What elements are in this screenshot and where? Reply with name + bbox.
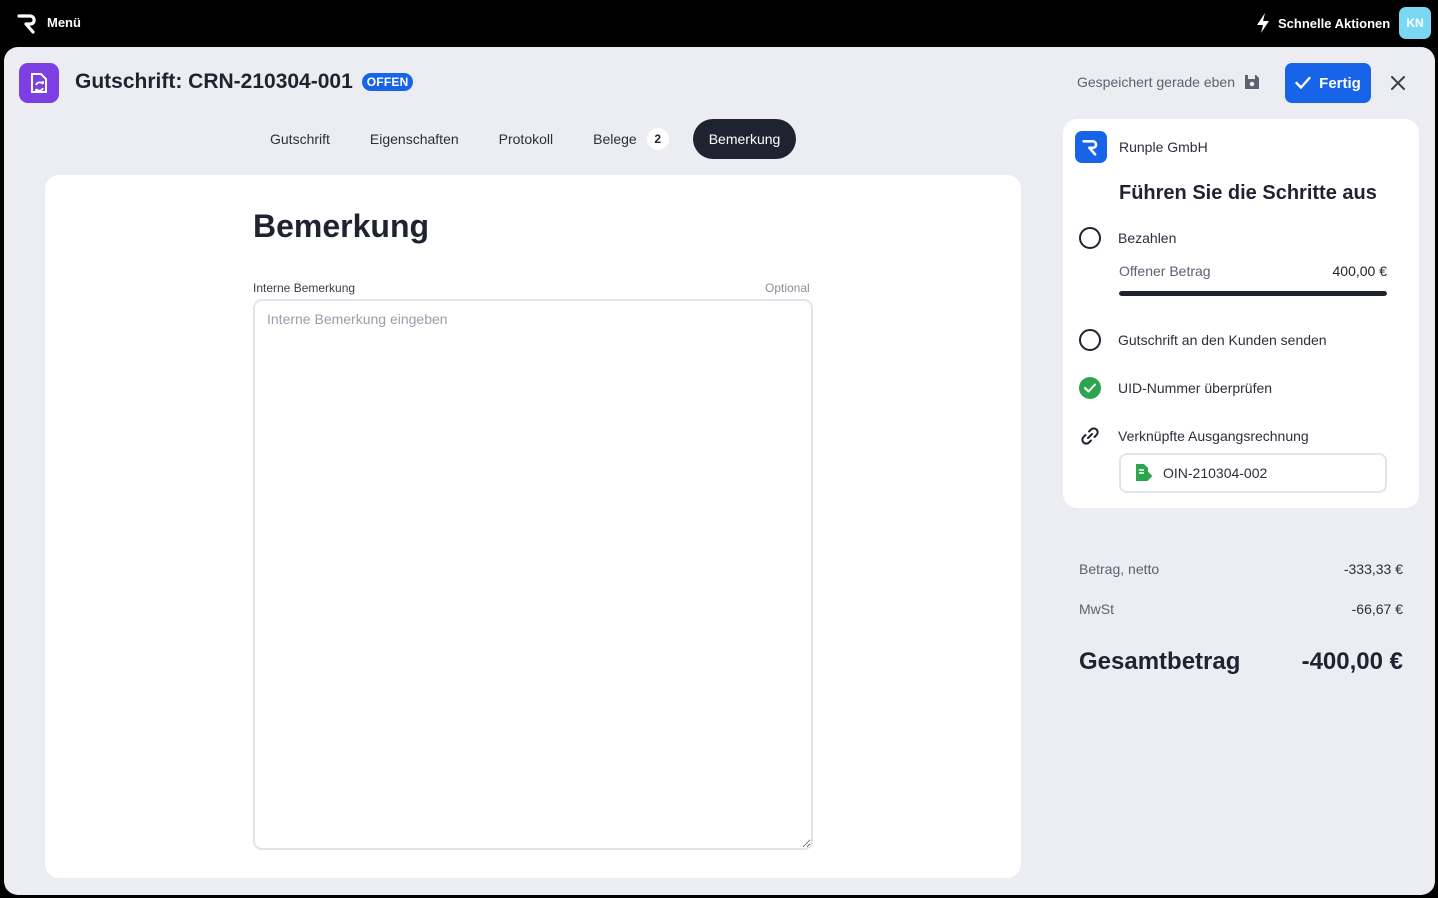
net-amount-value: -333,33 € [1343, 561, 1403, 577]
open-amount-value: 400,00 € [1332, 263, 1388, 279]
step-send-label: Gutschrift an den Kunden senden [1118, 332, 1327, 348]
step-pay-label: Bezahlen [1118, 230, 1177, 246]
save-icon[interactable] [1243, 73, 1261, 91]
document-number: Gutschrift: CRN-210304-001 [75, 70, 353, 93]
tab-label: Belege [593, 131, 637, 147]
tab-label: Protokoll [498, 131, 554, 147]
page-title: Gutschrift: CRN-210304-001 OFFEN [75, 70, 414, 94]
vat-amount-value: -66,67 € [1351, 601, 1403, 617]
internal-note-textarea[interactable] [253, 299, 813, 850]
step-vat-label: UID-Nummer überprüfen [1118, 380, 1273, 396]
step-send-checkbox[interactable] [1079, 329, 1101, 351]
step-send: Gutschrift an den Kunden senden [1079, 329, 1327, 351]
gross-amount-label: Gesamtbetrag [1079, 648, 1241, 675]
note-card: Bemerkung Interne Bemerkung Optional [45, 175, 1021, 878]
linked-invoice-link[interactable]: OIN-210304-002 [1119, 453, 1387, 493]
quick-actions-label: Schnelle Aktionen [1278, 15, 1391, 31]
tab-label: Bemerkung [708, 131, 781, 147]
check-icon [1079, 377, 1101, 399]
step-linked-invoice: Verknüpfte Ausgangsrechnung [1079, 425, 1309, 447]
done-label: Fertig [1319, 74, 1361, 92]
company-header: Runple GmbH [1075, 131, 1208, 163]
step-vat-check: UID-Nummer überprüfen [1079, 377, 1272, 399]
tab-label: Eigenschaften [369, 131, 459, 147]
linked-invoice-number: OIN-210304-002 [1163, 465, 1268, 481]
invoice-icon [1136, 464, 1152, 481]
vat-amount-row: MwSt -66,67 € [1079, 601, 1403, 617]
tab-label: Gutschrift [270, 131, 330, 147]
runple-logo-icon [1075, 131, 1107, 163]
top-bar: Menü Schnelle Aktionen KN [0, 0, 1438, 46]
lightning-icon [1257, 13, 1269, 33]
open-amount-label: Offener Betrag [1119, 263, 1211, 279]
steps-title: Führen Sie die Schritte aus [1119, 182, 1377, 204]
net-amount-row: Betrag, netto -333,33 € [1079, 561, 1403, 577]
gross-amount-value: -400,00 € [1301, 648, 1403, 675]
quick-actions-button[interactable]: Schnelle Aktionen [1255, 11, 1390, 35]
tab-eigenschaften[interactable]: Eigenschaften [354, 119, 475, 159]
linked-invoice-label: Verknüpfte Ausgangsrechnung [1118, 428, 1309, 444]
tab-protokoll[interactable]: Protokoll [483, 119, 569, 159]
tab-belege[interactable]: Belege 2 [577, 119, 685, 159]
note-field-label: Interne Bemerkung [253, 281, 356, 295]
section-title: Bemerkung [253, 208, 430, 244]
optional-hint: Optional [765, 281, 810, 295]
payment-progress-bar [1119, 291, 1387, 296]
runple-logo-icon[interactable] [17, 12, 39, 34]
document-sheet: Gutschrift: CRN-210304-001 OFFEN Gespeic… [4, 47, 1435, 895]
menu-button[interactable]: Menü [47, 15, 81, 30]
net-amount-label: Betrag, netto [1079, 561, 1160, 577]
close-button[interactable] [1386, 71, 1410, 95]
open-amount-row: Offener Betrag 400,00 € [1119, 263, 1387, 279]
company-name: Runple GmbH [1119, 139, 1208, 155]
steps-panel: Runple GmbH Führen Sie die Schritte aus … [1063, 119, 1419, 508]
tab-gutschrift[interactable]: Gutschrift [254, 119, 346, 159]
link-icon [1081, 427, 1099, 445]
avatar[interactable]: KN [1399, 7, 1431, 39]
close-icon [1391, 76, 1405, 90]
check-icon [1295, 76, 1311, 89]
payment-progress-fill [1119, 291, 1387, 296]
status-badge: OFFEN [361, 73, 414, 91]
save-status: Gespeichert gerade eben [1077, 73, 1261, 91]
tab-bemerkung[interactable]: Bemerkung [692, 119, 797, 159]
tab-bar: Gutschrift Eigenschaften Protokoll Beleg… [254, 119, 804, 159]
step-pay: Bezahlen [1079, 227, 1176, 249]
step-pay-checkbox[interactable] [1079, 227, 1101, 249]
credit-note-icon [19, 63, 59, 103]
done-button[interactable]: Fertig [1285, 63, 1371, 103]
vat-amount-label: MwSt [1079, 601, 1114, 617]
gross-amount-row: Gesamtbetrag -400,00 € [1079, 648, 1403, 676]
tab-count-badge: 2 [646, 128, 669, 150]
save-status-label: Gespeichert gerade eben [1077, 74, 1235, 90]
